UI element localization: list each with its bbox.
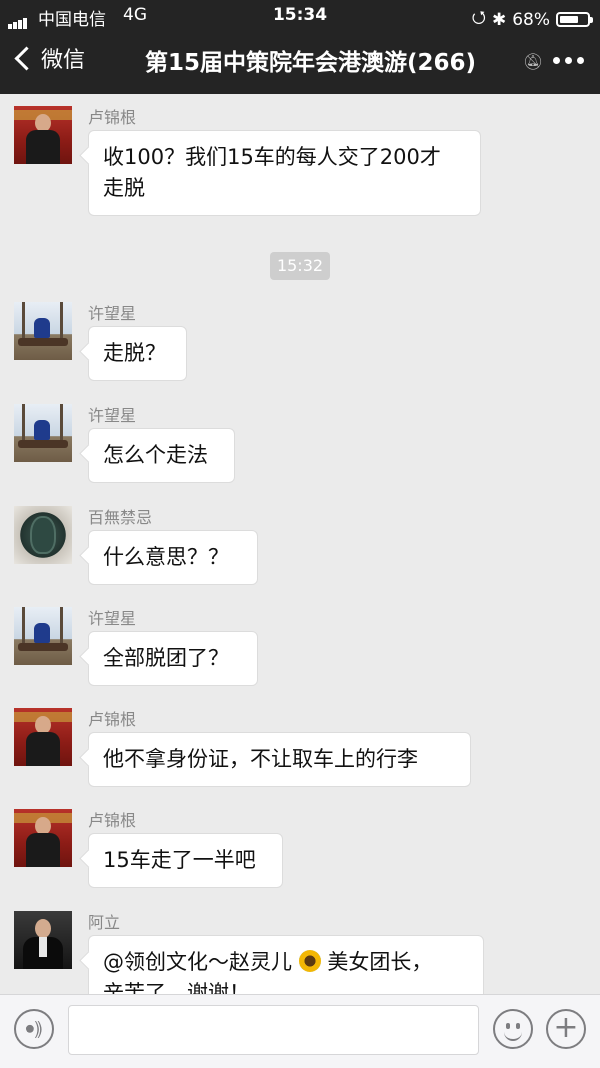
message-text: 他不拿身份证，不让取车上的行李 bbox=[103, 747, 418, 771]
chat-title: 第15届中策院年会港澳游(266) bbox=[145, 50, 477, 76]
message-bubble[interactable]: 15车走了一半吧 bbox=[88, 833, 283, 888]
message-text: 走脱 bbox=[103, 176, 145, 200]
message-bubble[interactable]: 走脱？ bbox=[88, 326, 187, 381]
sender-name: 阿立 bbox=[88, 913, 121, 932]
message-input[interactable] bbox=[68, 1005, 479, 1055]
message-bubble[interactable]: 什么意思？？ bbox=[88, 530, 258, 585]
sender-name: 许望星 bbox=[88, 304, 137, 323]
timestamp-badge: 15:32 bbox=[270, 252, 330, 280]
status-bar: 中国电信 4G 15:34 ⭯ ✱ 68% bbox=[0, 0, 600, 30]
message-text: 走脱？ bbox=[103, 341, 166, 365]
nav-bar: 微信 第15届中策院年会港澳游(266) 🔕︎ bbox=[0, 30, 600, 94]
message-bubble[interactable]: 收100？我们15车的每人交了200才 走脱 bbox=[88, 130, 481, 216]
battery-icon bbox=[556, 12, 593, 27]
avatar[interactable] bbox=[14, 106, 72, 164]
sender-name: 许望星 bbox=[88, 609, 137, 628]
more-icon[interactable] bbox=[553, 57, 584, 64]
avatar[interactable] bbox=[14, 302, 72, 360]
avatar[interactable] bbox=[14, 809, 72, 867]
sender-name: 卢锦根 bbox=[88, 811, 137, 830]
voice-icon: ⦁⸩ bbox=[25, 1018, 43, 1039]
message-bubble[interactable]: 全部脱团了？ bbox=[88, 631, 258, 686]
bluetooth-icon: ✱ bbox=[491, 9, 507, 30]
avatar[interactable] bbox=[14, 404, 72, 462]
avatar[interactable] bbox=[14, 506, 72, 564]
message-bubble[interactable]: 怎么个走法 bbox=[88, 428, 235, 483]
sender-name: 许望星 bbox=[88, 406, 137, 425]
message-text: 全部脱团了？ bbox=[103, 646, 229, 670]
sender-name: 百無禁忌 bbox=[88, 508, 153, 527]
message-bubble[interactable]: @领创文化～赵灵儿 美女团长， 辛苦了，谢谢！ bbox=[88, 935, 484, 994]
emoji-button[interactable] bbox=[493, 1009, 533, 1049]
avatar[interactable] bbox=[14, 708, 72, 766]
message-text: 收100？我们15车的每人交了200才 bbox=[103, 145, 441, 169]
avatar[interactable] bbox=[14, 911, 72, 969]
top-bar: 中国电信 4G 15:34 ⭯ ✱ 68% 微信 第15届中策院年会港澳游(26… bbox=[0, 0, 600, 94]
mention-text[interactable]: @领创文化～赵灵儿 bbox=[103, 950, 292, 974]
avatar[interactable] bbox=[14, 607, 72, 665]
chevron-left-icon bbox=[14, 45, 39, 71]
message-bubble[interactable]: 他不拿身份证，不让取车上的行李 bbox=[88, 732, 471, 787]
message-text: 美女团长， bbox=[327, 950, 433, 974]
sender-name: 卢锦根 bbox=[88, 710, 137, 729]
back-button[interactable]: 微信 bbox=[10, 42, 85, 74]
message-text: 怎么个走法 bbox=[103, 443, 208, 467]
message-text: 什么意思？？ bbox=[103, 545, 229, 569]
sender-name: 卢锦根 bbox=[88, 108, 137, 127]
chat-area[interactable]: 卢锦根 收100？我们15车的每人交了200才 走脱 15:32 许望星 走脱？… bbox=[0, 94, 600, 994]
input-bar: ⦁⸩ + bbox=[0, 994, 600, 1068]
voice-button[interactable]: ⦁⸩ bbox=[14, 1009, 54, 1049]
back-label: 微信 bbox=[41, 48, 86, 73]
sunflower-icon bbox=[298, 950, 321, 972]
message-text: 15车走了一半吧 bbox=[103, 848, 256, 872]
mute-icon: 🔕︎ bbox=[523, 52, 544, 71]
battery-percent: 68% bbox=[512, 9, 550, 30]
plus-icon: + bbox=[553, 1010, 579, 1045]
plus-button[interactable]: + bbox=[546, 1009, 586, 1049]
message-text: 辛苦了，谢谢！ bbox=[103, 981, 250, 994]
